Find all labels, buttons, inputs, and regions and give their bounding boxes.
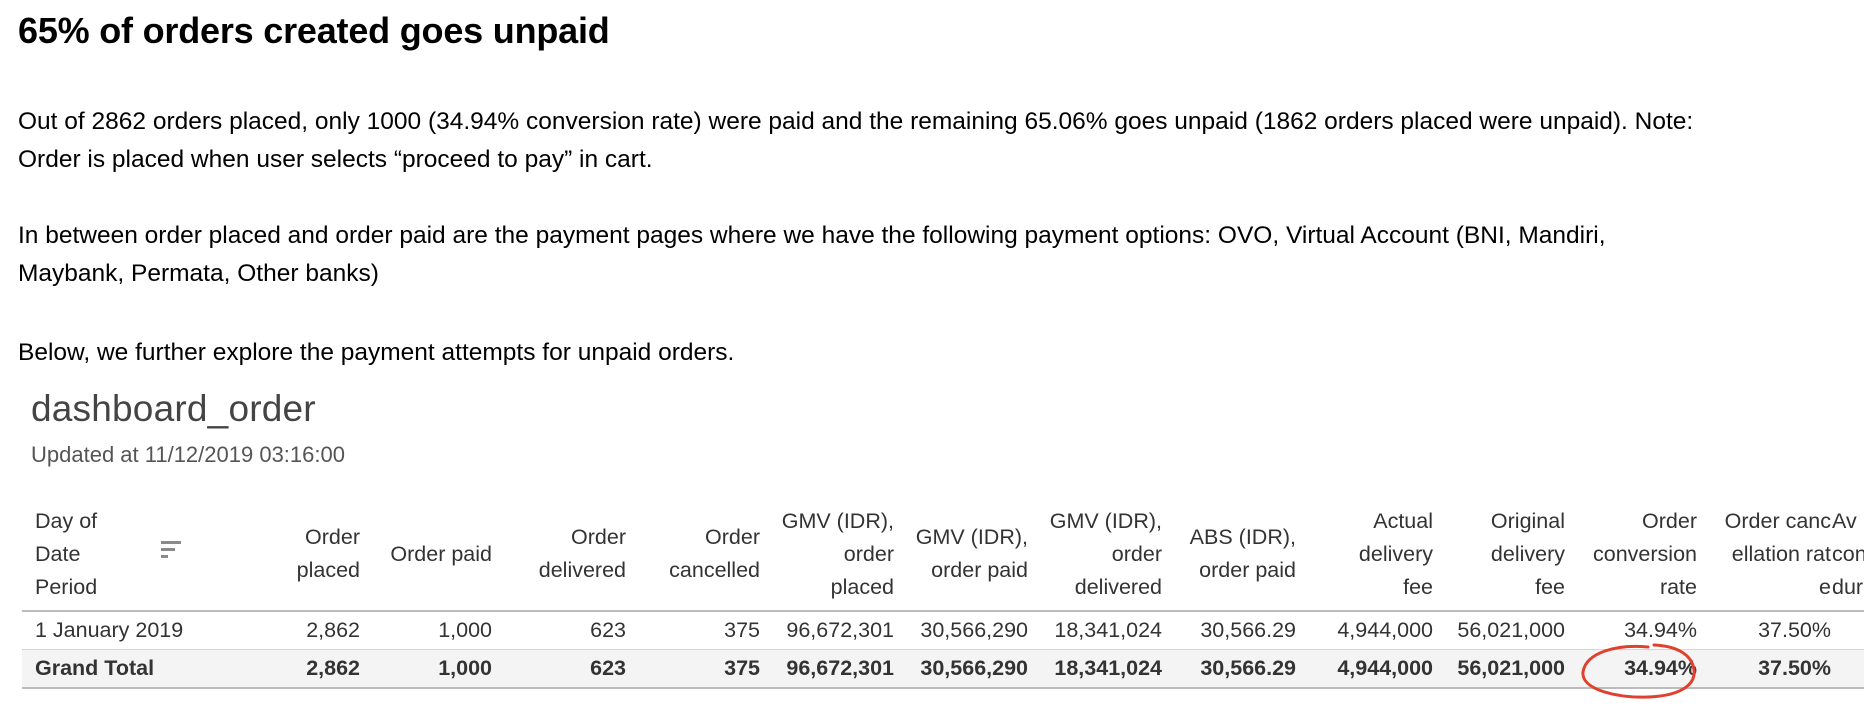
column-header-order-delivered[interactable]: Order delivered [496, 498, 626, 610]
cell-order-cancellation-rate: 37.50% [1758, 618, 1831, 642]
dashboard-updated-timestamp: Updated at 11/12/2019 03:16:00 [31, 442, 345, 467]
cell-actual-delivery-fee: 4,944,000 [1337, 618, 1433, 642]
table-row: 1 January 2019 2,862 1,000 623 375 96,67… [22, 612, 1864, 650]
column-header-abs-paid[interactable]: ABS (IDR), order paid [1166, 498, 1296, 610]
column-header-order-cancelled[interactable]: Order cancelled [630, 498, 760, 610]
cell-gmv-delivered: 18,341,024 [1054, 656, 1162, 680]
cell-abs-paid: 30,566.29 [1200, 618, 1296, 642]
paragraph-line: Below, we further explore the payment at… [18, 339, 735, 366]
paragraph-explore: Below, we further explore the payment at… [18, 334, 734, 372]
cell-gmv-placed: 96,672,301 [786, 618, 894, 642]
dashboard-table: Day of Date Period Order placed Order pa… [22, 498, 1864, 689]
column-header-order-conversion-rate[interactable]: Order conversion rate [1569, 498, 1697, 610]
cell-abs-paid: 30,566.29 [1200, 656, 1296, 680]
column-header-avg-confirm-duration[interactable]: Av con dur [1832, 498, 1864, 610]
column-header-order-paid[interactable]: Order paid [364, 498, 492, 610]
cell-order-placed: 2,862 [306, 656, 360, 680]
document-title: 65% of orders created goes unpaid [18, 10, 610, 51]
cell-order-delivered: 623 [590, 618, 626, 642]
cell-original-delivery-fee: 56,021,000 [1457, 656, 1565, 680]
dashboard-title: dashboard_order [31, 388, 316, 429]
column-header-gmv-delivered[interactable]: GMV (IDR), order delivered [1032, 498, 1162, 610]
table-row-grand-total: Grand Total 2,862 1,000 623 375 96,672,3… [22, 650, 1864, 689]
cell-order-paid: 1,000 [438, 656, 492, 680]
cell-order-placed: 2,862 [306, 618, 360, 642]
column-header-order-cancellation-rate[interactable]: Order canc ellation rat e [1701, 498, 1831, 610]
column-header-order-placed[interactable]: Order placed [242, 498, 360, 610]
sort-descending-icon[interactable] [160, 538, 184, 562]
column-header-actual-delivery-fee[interactable]: Actual delivery fee [1300, 498, 1433, 610]
cell-gmv-paid: 30,566,290 [920, 656, 1028, 680]
table-header: Day of Date Period Order placed Order pa… [22, 498, 1864, 612]
paragraph-line: Out of 2862 orders placed, only 1000 (34… [18, 108, 1694, 135]
paragraph-line: Maybank, Permata, Other banks) [18, 260, 379, 287]
cell-order-cancelled: 375 [724, 656, 760, 680]
paragraph-payment-options: In between order placed and order paid a… [18, 217, 1606, 293]
column-header-gmv-placed[interactable]: GMV (IDR), order placed [764, 498, 894, 610]
cell-order-conversion-rate: 34.94% [1624, 656, 1697, 680]
cell-order-delivered: 623 [590, 656, 626, 680]
cell-gmv-delivered: 18,341,024 [1054, 618, 1162, 642]
paragraph-line: Order is placed when user selects “proce… [18, 146, 653, 173]
cell-day: Grand Total [35, 656, 155, 680]
column-header-day[interactable]: Day of Date Period [35, 498, 145, 610]
cell-gmv-placed: 96,672,301 [786, 656, 894, 680]
cell-gmv-paid: 30,566,290 [920, 618, 1028, 642]
paragraph-conversion: Out of 2862 orders placed, only 1000 (34… [18, 103, 1693, 179]
column-header-original-delivery-fee[interactable]: Original delivery fee [1437, 498, 1565, 610]
cell-order-paid: 1,000 [438, 618, 492, 642]
cell-original-delivery-fee: 56,021,000 [1457, 618, 1565, 642]
cell-order-conversion-rate: 34.94% [1624, 618, 1697, 642]
column-header-gmv-paid[interactable]: GMV (IDR), order paid [898, 498, 1028, 610]
cell-order-cancelled: 375 [724, 618, 760, 642]
cell-order-cancellation-rate: 37.50% [1758, 656, 1831, 680]
paragraph-line: In between order placed and order paid a… [18, 222, 1606, 249]
cell-day: 1 January 2019 [35, 618, 184, 642]
cell-actual-delivery-fee: 4,944,000 [1337, 656, 1433, 680]
